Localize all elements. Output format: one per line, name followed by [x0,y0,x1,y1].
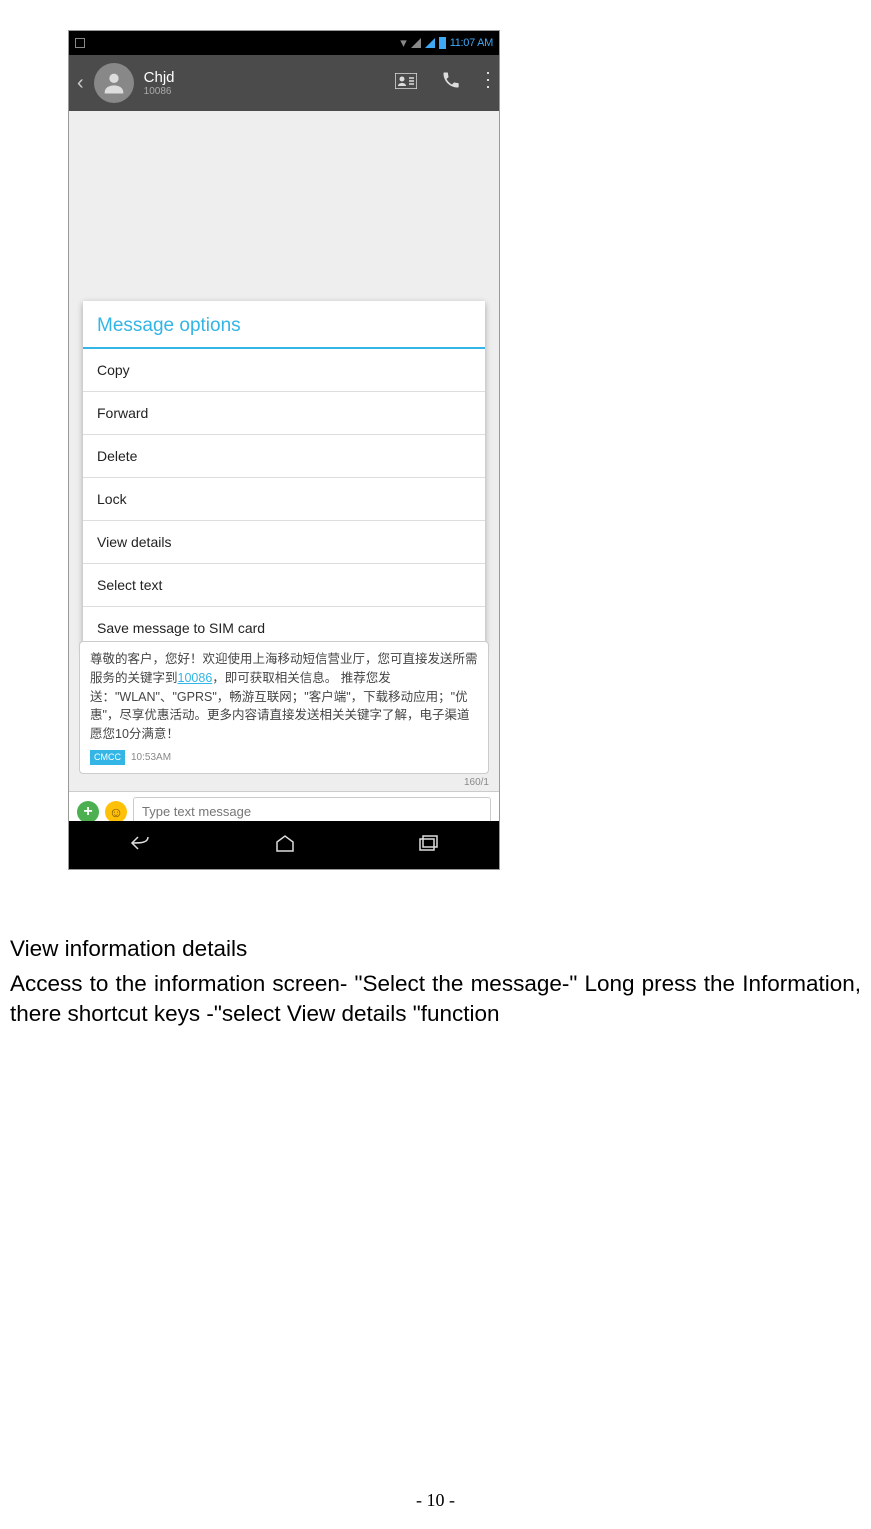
back-icon[interactable]: ‹ [77,72,84,95]
wifi-icon: ▾ [400,35,407,51]
status-icon [75,38,85,48]
carrier-tag: CMCC [90,750,125,766]
signal-icon-2 [425,38,435,48]
dialog-title: Message options [83,301,485,349]
contact-info: Chjd 10086 [144,69,385,97]
page-number: - 10 - [0,1490,871,1511]
char-counter: 160/1 [464,777,489,788]
dialog-item-lock[interactable]: Lock [83,478,485,521]
message-options-dialog: Message options Copy Forward Delete Lock… [83,301,485,649]
emoji-icon[interactable]: ☺ [105,801,127,823]
dialog-item-view-details[interactable]: View details [83,521,485,564]
phone-icon[interactable] [441,70,461,96]
phone-screenshot: ▾ 11:07 AM ‹ Chjd 10086 [68,30,500,870]
message-bubble[interactable]: 尊敬的客户，您好！欢迎使用上海移动短信营业厅，您可直接发送所需服务的关键字到10… [79,641,489,774]
status-bar: ▾ 11:07 AM [69,31,499,55]
navigation-bar [69,821,499,869]
contact-sub: 10086 [144,86,385,97]
status-time: 11:07 AM [450,37,493,49]
add-attachment-icon[interactable]: + [77,801,99,823]
conversation-header: ‹ Chjd 10086 [69,55,499,111]
overflow-menu-icon[interactable] [485,71,491,95]
dialog-item-select-text[interactable]: Select text [83,564,485,607]
avatar[interactable] [94,63,134,103]
contact-name: Chjd [144,69,385,86]
dialog-item-copy[interactable]: Copy [83,349,485,392]
signal-icon [411,38,421,48]
nav-recent-icon[interactable] [416,833,440,858]
nav-home-icon[interactable] [273,833,297,858]
dialog-item-delete[interactable]: Delete [83,435,485,478]
contact-card-icon[interactable] [395,72,417,95]
dialog-item-forward[interactable]: Forward [83,392,485,435]
battery-icon [439,37,446,49]
doc-heading: View information details [10,934,861,963]
doc-body: Access to the information screen- "Selec… [10,969,861,1028]
message-bubble-wrap: 尊敬的客户，您好！欢迎使用上海移动短信营业厅，您可直接发送所需服务的关键字到10… [79,641,489,774]
document-text: View information details Access to the i… [10,934,861,1028]
conversation-body: Message options Copy Forward Delete Lock… [69,111,499,821]
bubble-link[interactable]: 10086 [178,671,213,685]
bubble-timestamp: 10:53AM [131,750,171,765]
nav-back-icon[interactable] [128,833,154,858]
